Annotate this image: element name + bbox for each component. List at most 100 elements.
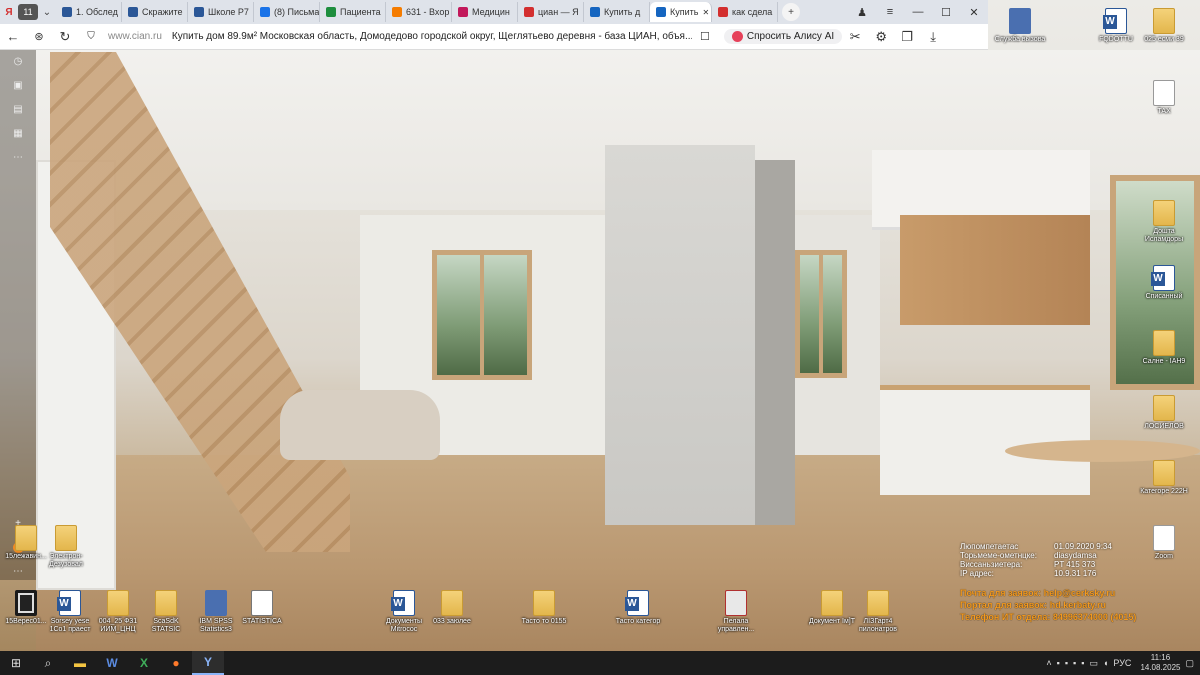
extensions-icon[interactable]: ⚙ [868,26,894,48]
browser-tab[interactable]: Скражите [122,2,188,22]
clock[interactable]: 11:16 14.08.2025 [1140,653,1180,673]
wallpaper-table [1005,440,1200,462]
desktop-icon[interactable]: STATISTICA [236,590,288,626]
protect-icon[interactable]: ⊛ [26,26,52,48]
browser-tab[interactable]: 631 - Вхор [386,2,452,22]
helpdesk-row: Телефон ИТ отдела: 84996374000 (4015) [960,611,1136,623]
excel-icon[interactable]: X [128,651,160,675]
close-icon[interactable]: ✕ [960,6,988,19]
reload-icon[interactable]: ↻ [52,26,78,48]
desktop-icon[interactable]: Категоре 222Н [1138,460,1190,496]
browser-tab[interactable]: 1. Обслед [56,2,122,22]
language-indicator[interactable]: РУС [1113,658,1131,668]
desktop-icon[interactable]: ScaSdK STATSIC [140,590,192,634]
tab-label: 1. Обслед [76,7,118,17]
desktop-icon-label: Служба вызова [994,36,1046,43]
shield-icon[interactable]: ⛉ [78,26,104,48]
tab-label: Скражите [142,7,183,17]
desktop-icon[interactable]: Пелала управлен... [710,590,762,634]
start-icon[interactable]: ⊞ [0,651,32,675]
browser-window: Я 11 ⌄ 1. Обслед Скражите Школе Р7 (8) Пись… [0,0,988,50]
desktop-icon-label: Документ Ім]Т [809,618,855,625]
more-icon[interactable]: ⋯ [8,562,28,580]
file-explorer-icon[interactable]: ▬ [64,651,96,675]
browser-tab[interactable]: как сдела [712,2,778,22]
helpdesk-row: Почта для заявок: help@cerksky.ru [960,587,1136,599]
tab-counter[interactable]: 11 [18,4,38,20]
alice-icon [731,31,743,42]
browser-tab[interactable]: Купить д [584,2,650,22]
desktop-icon[interactable]: Документ Ім]Т [806,590,858,626]
chevron-down-icon[interactable]: ⌄ [38,3,56,21]
firefox-icon[interactable]: ● [160,651,192,675]
copy-icon[interactable]: ❐ [894,26,920,48]
browser-tab[interactable]: Пациента [320,2,386,22]
yandex-logo-icon[interactable]: Я [0,3,18,21]
browser-tab[interactable]: циан — Я [518,2,584,22]
desktop-icon[interactable]: 004_25 Ф31 ИИМ_ЦНЦ [92,590,144,634]
tab-label: Школе Р7 [208,7,249,17]
tray-app-icon[interactable]: ▪ [1073,658,1076,668]
bginfo-value: diasydamsa [1054,551,1097,560]
panel-icon[interactable]: ▣ [8,76,28,94]
browser-tab[interactable]: (8) Письма [254,2,320,22]
ask-alice-button[interactable]: Спросить Алису AI [723,29,843,44]
volume-icon[interactable]: ◖ [1103,658,1108,668]
menu-icon[interactable]: ≡ [876,6,904,18]
desktop-icon[interactable]: Списанный [1138,265,1190,301]
history-icon[interactable]: ◷ [8,52,28,70]
desktop-icon[interactable]: ЛОСИЕЛОВ [1138,395,1190,431]
desktop-icon[interactable]: Служба вызова [994,8,1046,44]
folder-icon [1153,200,1175,226]
desktop-icon[interactable]: FQDOTTU [1090,8,1142,44]
folder-icon [1153,395,1175,421]
helpdesk-key: Почта для заявок: [960,588,1042,598]
more-icon[interactable]: ⋯ [8,148,28,166]
minimize-icon[interactable]: — [904,6,932,18]
desktop-icon[interactable]: Тасто то 0155 [518,590,570,626]
account-icon[interactable]: ♟ [848,6,876,19]
desktop-icon[interactable]: Документы Мitrococ [378,590,430,634]
download-icon[interactable]: ⤓ [920,26,946,48]
desktop-icon[interactable]: Тасто категор [612,590,664,626]
search-icon[interactable]: ⌕ [32,651,64,675]
desktop-icon[interactable]: ТАХ [1138,80,1190,116]
panel-icon[interactable]: ▦ [8,124,28,142]
desktop-icon[interactable]: ЛІЗГарт4 пилонатров [852,590,904,634]
clock-time: 11:16 [1150,653,1171,662]
bginfo-key: Торьмеме-ометнцке: [960,551,1037,560]
back-icon[interactable]: ← [0,26,26,48]
chevron-up-icon[interactable]: ˄ [1046,658,1051,668]
tray-app-icon[interactable]: ▪ [1081,658,1084,668]
browser-tab[interactable]: Купить ✕ [650,2,712,22]
bookmark-icon[interactable]: ☐ [692,26,718,48]
desktop-icon[interactable]: 025 есми 39 [1138,8,1190,44]
tab-label: циан — Я [538,7,579,17]
desktop-icon[interactable]: Салне - ІАН9 [1138,330,1190,366]
desktop-icon[interactable]: IBM SPSS Statistics3 [190,590,242,634]
page-title[interactable]: Купить дом 89.9м² Московская область, До… [172,31,692,42]
browser-tab[interactable]: Школе Р7 [188,2,254,22]
desktop-icon[interactable]: 033 заюлее [426,590,478,626]
panel-icon[interactable]: ▤ [8,100,28,118]
tray-app-icon[interactable]: ▪ [1057,658,1060,668]
close-tab-icon[interactable]: ✕ [702,8,709,17]
bginfo-key: Виссаньзиетера: [960,560,1023,569]
yandex-browser-icon[interactable]: Y [192,651,224,675]
network-icon[interactable]: ▭ [1089,658,1098,669]
wallpaper-window [432,250,532,380]
scissors-icon[interactable]: ✂ [842,26,868,48]
word-icon[interactable]: W [96,651,128,675]
browser-tab[interactable]: Медицин [452,2,518,22]
desktop-icon[interactable]: Электрон- Дезузовал [40,525,92,569]
desktop-icon-label: ЛІЗГарт4 пилонатров [858,618,898,633]
maximize-icon[interactable]: ☐ [932,6,960,19]
tray-app-icon[interactable]: ▪ [1065,658,1068,668]
tab-favicon-icon [194,7,204,17]
new-tab-icon[interactable]: + [782,3,800,21]
tab-favicon-icon [718,7,728,17]
address-domain[interactable]: www.cian.ru [108,31,162,42]
desktop-icon[interactable]: Sorsey yese 1Со1 праест [44,590,96,634]
notifications-icon[interactable]: ▢ [1185,658,1194,669]
desktop-icon[interactable]: Дошта Исламдоры [1138,200,1190,244]
